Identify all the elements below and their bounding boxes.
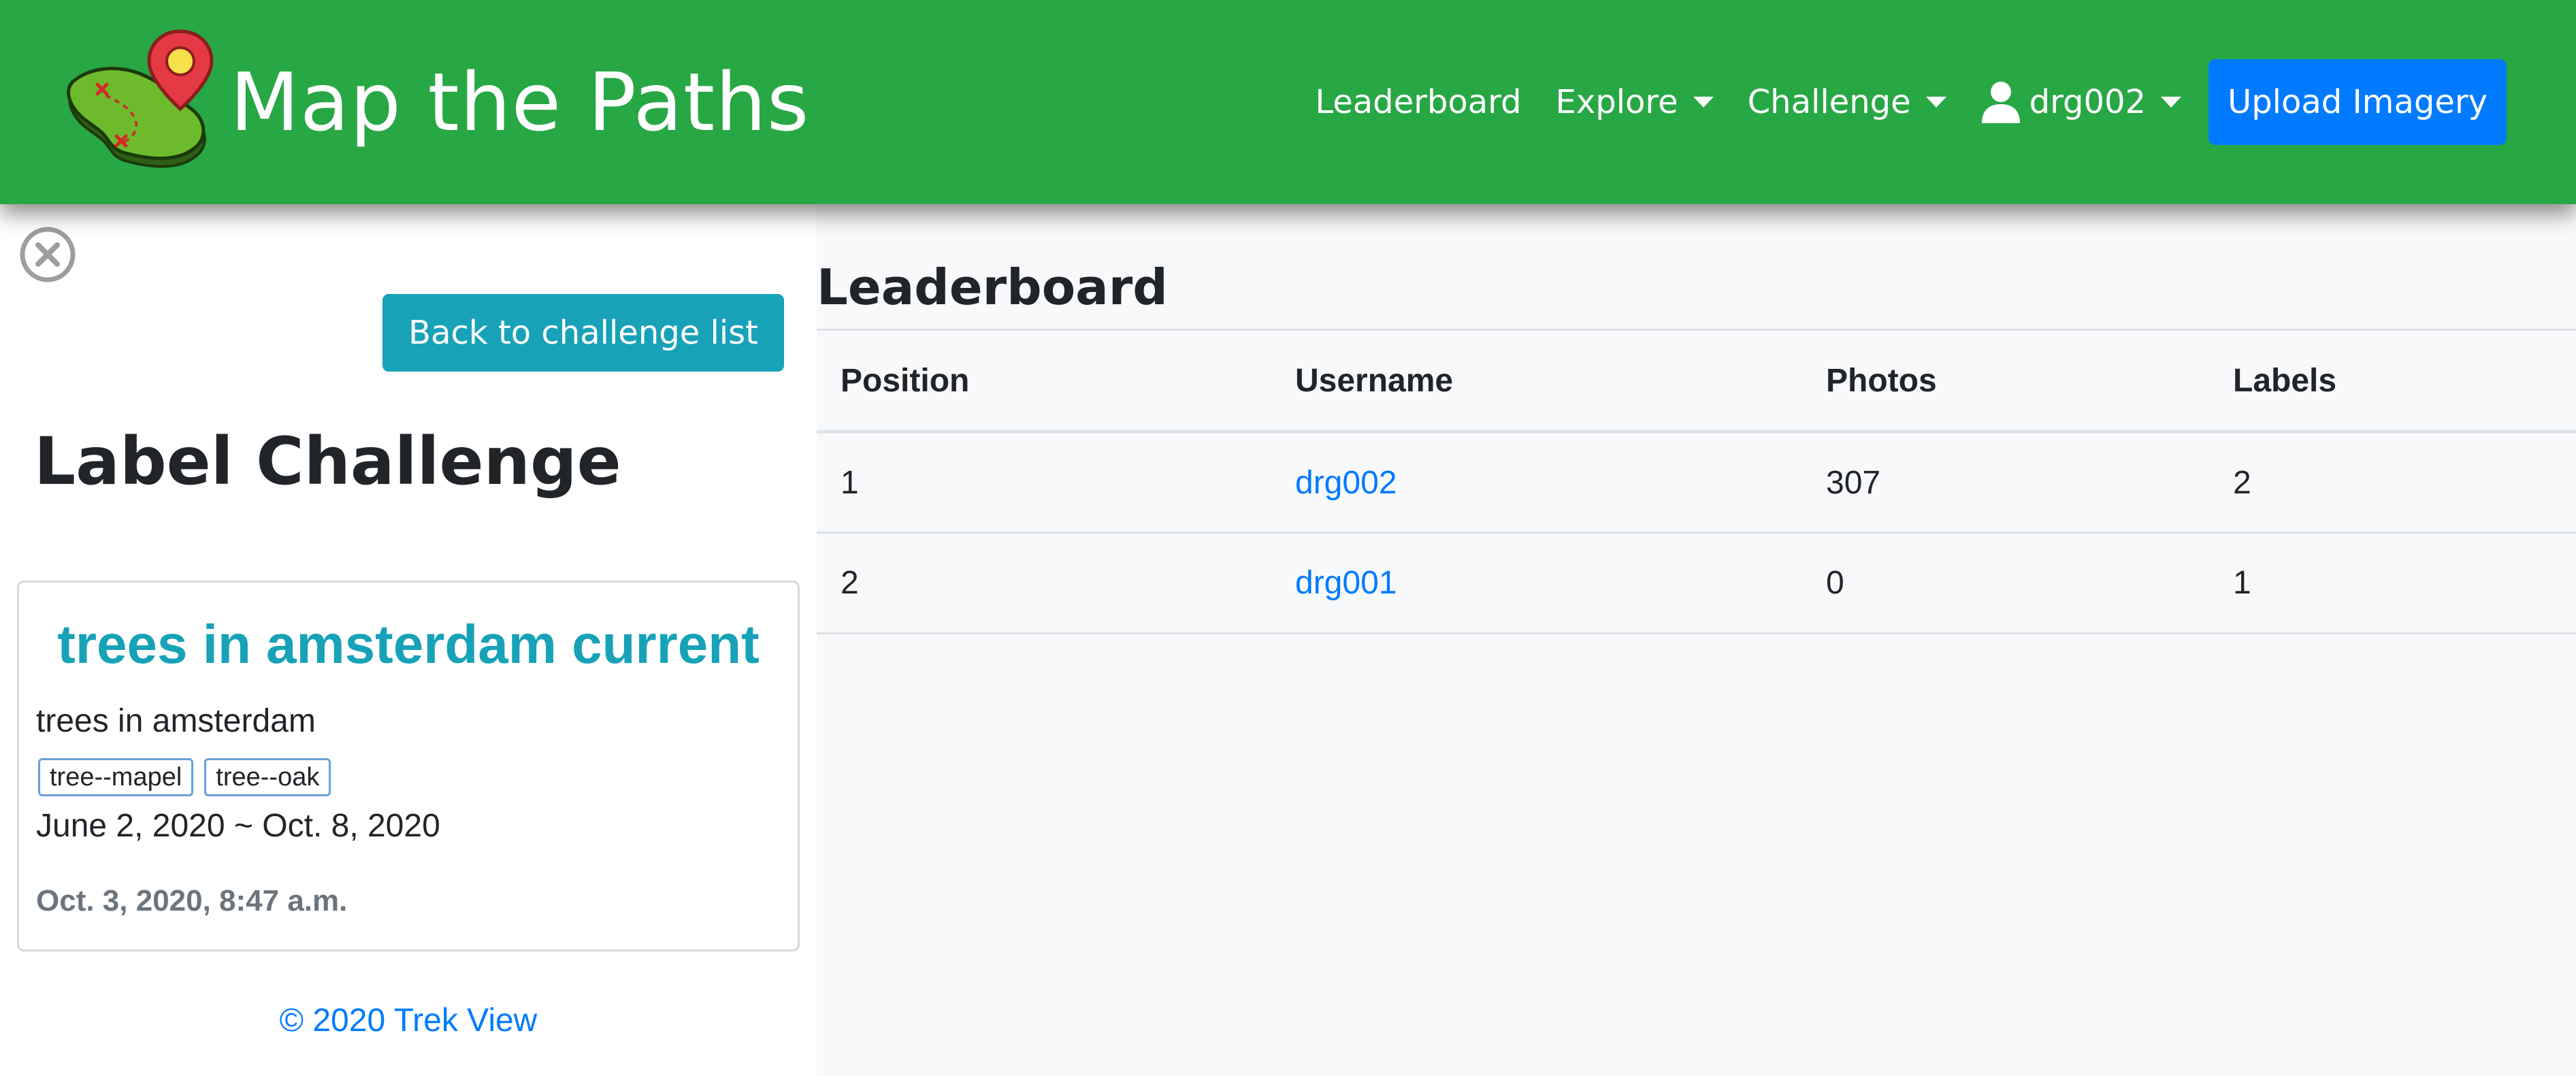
- column-header-username: Username: [1271, 329, 1802, 434]
- cell-position: 2: [817, 532, 1271, 634]
- nav-menu: Leaderboard Explore Challenge drg002 Upl…: [1315, 59, 2507, 145]
- sidebar: Back to challenge list Label Challenge t…: [0, 204, 817, 1076]
- page-title: Label Challenge: [34, 423, 621, 500]
- tag-badge[interactable]: tree--oak: [204, 758, 331, 796]
- challenge-description: trees in amsterdam: [36, 703, 316, 739]
- nav-user-dropdown[interactable]: drg002: [1980, 81, 2182, 123]
- navbar: Map the Paths Leaderboard Explore Challe…: [0, 0, 2576, 204]
- tag-list: tree--mapel tree--oak: [38, 758, 342, 796]
- main-content: Leaderboard Position Username Photos Lab…: [817, 204, 2576, 1076]
- cell-username: drg001: [1271, 532, 1802, 634]
- caret-down-icon: [1693, 97, 1714, 108]
- challenge-date-range: June 2, 2020 ~ Oct. 8, 2020: [36, 808, 440, 844]
- brand-title[interactable]: Map the Paths: [230, 55, 809, 149]
- nav-leaderboard[interactable]: Leaderboard: [1315, 83, 1521, 121]
- nav-challenge-label: Challenge: [1747, 83, 1911, 121]
- footer-copyright-link[interactable]: © 2020 Trek View: [0, 1002, 817, 1039]
- nav-user-label: drg002: [2029, 83, 2147, 121]
- table-header-row: Position Username Photos Labels: [817, 329, 2576, 434]
- tag-badge[interactable]: tree--mapel: [38, 758, 194, 796]
- challenge-created-timestamp: Oct. 3, 2020, 8:47 a.m.: [36, 884, 348, 917]
- cell-username: drg002: [1271, 431, 1802, 534]
- back-to-challenge-list-button[interactable]: Back to challenge list: [382, 294, 784, 372]
- close-circle-icon[interactable]: [19, 226, 76, 283]
- username-link[interactable]: drg002: [1295, 465, 1397, 501]
- user-icon: [1981, 82, 2020, 123]
- caret-down-icon: [2161, 97, 2182, 108]
- column-header-labels: Labels: [2209, 329, 2576, 434]
- map-logo-icon: [67, 29, 214, 168]
- nav-explore-label: Explore: [1555, 83, 1678, 121]
- nav-explore-dropdown[interactable]: Explore: [1556, 83, 1714, 121]
- leaderboard-title: Leaderboard: [817, 259, 1168, 316]
- cell-photos: 307: [1802, 431, 2209, 534]
- username-link[interactable]: drg001: [1295, 565, 1397, 601]
- brand[interactable]: Map the Paths: [65, 27, 809, 177]
- challenge-name[interactable]: trees in amsterdam current: [19, 613, 798, 676]
- table-row: 2 drg001 0 1: [817, 532, 2576, 634]
- caret-down-icon: [1925, 97, 1946, 108]
- cell-photos: 0: [1802, 532, 2209, 634]
- upload-imagery-button[interactable]: Upload Imagery: [2208, 59, 2507, 145]
- column-header-photos: Photos: [1802, 329, 2209, 434]
- table-row: 1 drg002 307 2: [817, 431, 2576, 534]
- cell-position: 1: [817, 431, 1271, 534]
- nav-challenge-dropdown[interactable]: Challenge: [1748, 83, 1946, 121]
- column-header-position: Position: [817, 329, 1271, 434]
- cell-labels: 2: [2209, 431, 2576, 534]
- challenge-card: trees in amsterdam current trees in amst…: [17, 581, 800, 951]
- leaderboard-table: Position Username Photos Labels 1 drg002…: [817, 329, 2576, 634]
- cell-labels: 1: [2209, 532, 2576, 634]
